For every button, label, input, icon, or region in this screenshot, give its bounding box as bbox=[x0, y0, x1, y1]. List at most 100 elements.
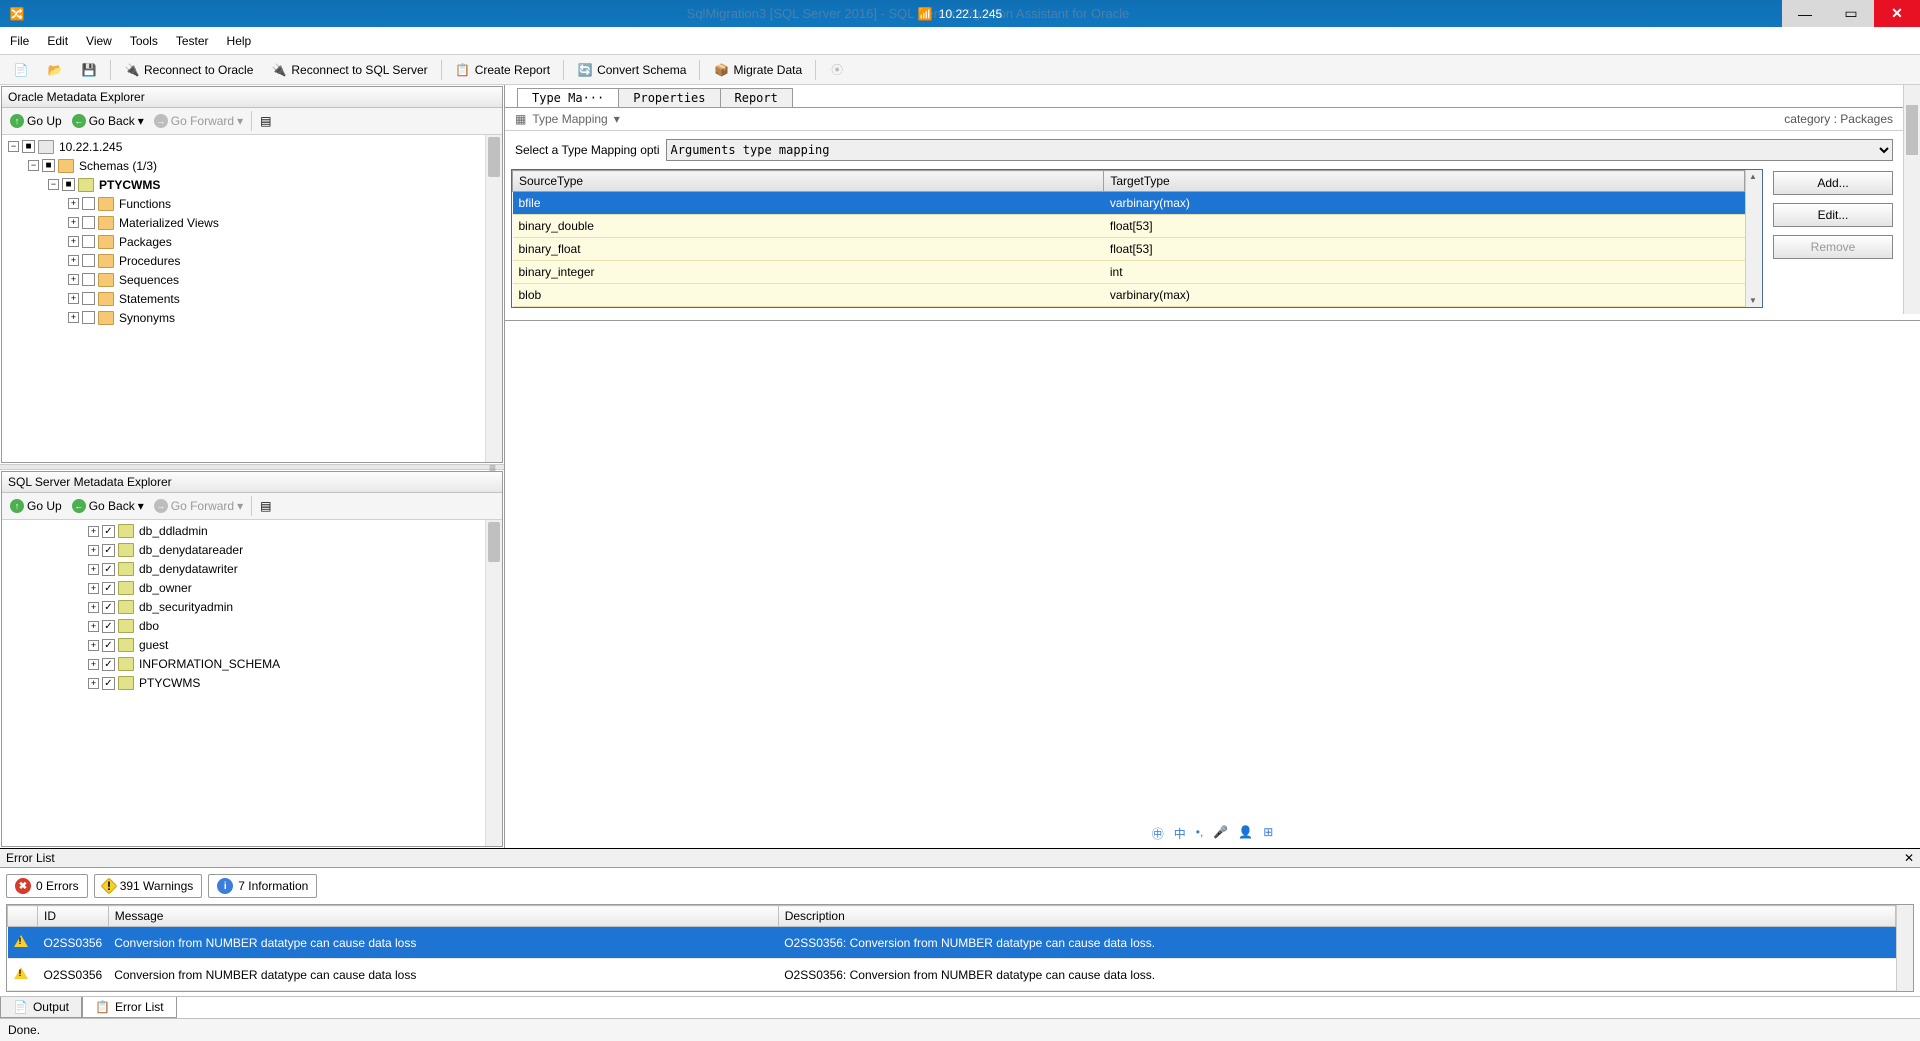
tree-node[interactable]: Procedures bbox=[117, 254, 182, 268]
tree-node-schemas[interactable]: Schemas (1/3) bbox=[77, 159, 159, 173]
expander-icon[interactable]: + bbox=[68, 255, 79, 266]
ime-lang-icon[interactable]: 中 bbox=[1174, 825, 1186, 842]
dropdown-icon[interactable]: ▾ bbox=[138, 114, 144, 128]
splitter[interactable] bbox=[0, 464, 504, 470]
checkbox[interactable] bbox=[82, 197, 95, 210]
checkbox[interactable]: ✓ bbox=[102, 620, 115, 633]
create-report-button[interactable]: 📋Create Report bbox=[448, 59, 557, 81]
checkbox[interactable] bbox=[82, 235, 95, 248]
tree-node[interactable]: guest bbox=[137, 638, 170, 652]
filter-warnings[interactable]: !391 Warnings bbox=[94, 874, 203, 898]
checkbox[interactable]: ✓ bbox=[102, 639, 115, 652]
dropdown-icon[interactable]: ▾ bbox=[237, 499, 243, 513]
expander-icon[interactable]: + bbox=[88, 602, 99, 613]
checkbox[interactable]: ✓ bbox=[102, 582, 115, 595]
expander-icon[interactable]: + bbox=[88, 659, 99, 670]
tree-node[interactable]: db_securityadmin bbox=[137, 600, 235, 614]
go-back-button[interactable]: ←Go Back▾ bbox=[68, 113, 148, 129]
tree-node[interactable]: Synonyms bbox=[117, 311, 177, 325]
type-mapping-select[interactable]: Arguments type mapping bbox=[666, 139, 1893, 161]
col-id[interactable]: ID bbox=[38, 906, 109, 927]
tab-report[interactable]: Report bbox=[720, 88, 793, 107]
checkbox[interactable] bbox=[82, 311, 95, 324]
new-button[interactable]: 📄 bbox=[6, 59, 36, 81]
type-mapping-row[interactable]: binary_doublefloat[53] bbox=[513, 215, 1745, 238]
go-up-button[interactable]: ↑Go Up bbox=[6, 113, 66, 129]
scrollbar[interactable] bbox=[1903, 85, 1920, 314]
expander-icon[interactable]: − bbox=[8, 141, 19, 152]
tree-node[interactable]: Statements bbox=[117, 292, 182, 306]
checkbox[interactable]: ■ bbox=[22, 140, 35, 153]
expander-icon[interactable]: + bbox=[68, 236, 79, 247]
tree-node[interactable]: PTYCWMS bbox=[137, 676, 202, 690]
nav-extra-button[interactable]: ▤ bbox=[256, 498, 275, 514]
sql-tree[interactable]: +✓db_ddladmin+✓db_denydatareader+✓db_den… bbox=[2, 520, 502, 847]
checkbox[interactable]: ✓ bbox=[102, 677, 115, 690]
expander-icon[interactable]: + bbox=[68, 312, 79, 323]
migrate-data-button[interactable]: 📦Migrate Data bbox=[706, 59, 809, 81]
ime-user-icon[interactable]: 👤 bbox=[1238, 825, 1253, 842]
dropdown-icon[interactable]: ▾ bbox=[237, 114, 243, 128]
scrollbar[interactable] bbox=[1745, 170, 1762, 307]
close-panel-button[interactable]: ✕ bbox=[1904, 851, 1914, 865]
menu-tester[interactable]: Tester bbox=[176, 34, 209, 48]
col-sourcetype[interactable]: SourceType bbox=[513, 171, 1104, 192]
type-mapping-grid[interactable]: SourceType TargetType bfilevarbinary(max… bbox=[511, 169, 1763, 308]
type-mapping-row[interactable]: bfilevarbinary(max) bbox=[513, 192, 1745, 215]
go-forward-button[interactable]: →Go Forward▾ bbox=[150, 113, 247, 129]
ime-grid-icon[interactable]: ⊞ bbox=[1263, 825, 1273, 842]
ime-toolbar[interactable]: ㊥ 中 •, 🎤 👤 ⊞ bbox=[1152, 825, 1274, 842]
expander-icon[interactable]: + bbox=[68, 217, 79, 228]
error-row[interactable]: O2SS0356Conversion from NUMBER datatype … bbox=[8, 927, 1896, 959]
type-mapping-row[interactable]: binary_floatfloat[53] bbox=[513, 238, 1745, 261]
tree-node[interactable]: Materialized Views bbox=[117, 216, 221, 230]
expander-icon[interactable]: + bbox=[88, 545, 99, 556]
tree-node-server[interactable]: 10.22.1.245 bbox=[57, 140, 124, 154]
tree-node[interactable]: Sequences bbox=[117, 273, 181, 287]
filter-errors[interactable]: ✖0 Errors bbox=[6, 874, 88, 898]
nav-extra-button[interactable]: ▤ bbox=[256, 113, 275, 129]
checkbox[interactable]: ✓ bbox=[102, 525, 115, 538]
menu-tools[interactable]: Tools bbox=[130, 34, 158, 48]
tree-node[interactable]: db_denydatareader bbox=[137, 543, 245, 557]
checkbox[interactable]: ✓ bbox=[102, 563, 115, 576]
col-targettype[interactable]: TargetType bbox=[1104, 171, 1745, 192]
error-table[interactable]: ID Message Description O2SS0356Conversio… bbox=[6, 904, 1914, 992]
save-button[interactable]: 💾 bbox=[74, 59, 104, 81]
close-button[interactable]: ✕ bbox=[1874, 0, 1920, 27]
tree-node[interactable]: dbo bbox=[137, 619, 161, 633]
expander-icon[interactable]: + bbox=[88, 678, 99, 689]
expander-icon[interactable]: + bbox=[88, 564, 99, 575]
scrollbar[interactable] bbox=[485, 520, 502, 847]
col-message[interactable]: Message bbox=[108, 906, 778, 927]
expander-icon[interactable]: − bbox=[48, 179, 59, 190]
go-up-button[interactable]: ↑Go Up bbox=[6, 498, 66, 514]
tree-node-db[interactable]: PTYCWMS bbox=[97, 178, 162, 192]
tree-node[interactable]: db_ddladmin bbox=[137, 524, 210, 538]
menu-edit[interactable]: Edit bbox=[47, 34, 68, 48]
checkbox[interactable]: ✓ bbox=[102, 658, 115, 671]
tree-node[interactable]: db_owner bbox=[137, 581, 194, 595]
go-forward-button[interactable]: →Go Forward▾ bbox=[150, 498, 247, 514]
edit-button[interactable]: Edit... bbox=[1773, 203, 1893, 227]
filter-information[interactable]: i7 Information bbox=[208, 874, 317, 898]
expander-icon[interactable]: − bbox=[28, 160, 39, 171]
checkbox[interactable]: ■ bbox=[62, 178, 75, 191]
col-description[interactable]: Description bbox=[778, 906, 1895, 927]
expander-icon[interactable]: + bbox=[68, 293, 79, 304]
error-row[interactable]: O2SS0356Conversion from NUMBER datatype … bbox=[8, 959, 1896, 991]
dropdown-icon[interactable]: ▾ bbox=[614, 112, 620, 126]
ime-mic-icon[interactable]: 🎤 bbox=[1213, 825, 1228, 842]
expander-icon[interactable]: + bbox=[68, 198, 79, 209]
expander-icon[interactable]: + bbox=[68, 274, 79, 285]
convert-schema-button[interactable]: 🔄Convert Schema bbox=[570, 59, 693, 81]
checkbox[interactable]: ✓ bbox=[102, 601, 115, 614]
oracle-tree[interactable]: −■10.22.1.245 −■Schemas (1/3) −■PTYCWMS … bbox=[2, 135, 502, 462]
reconnect-sql-button[interactable]: 🔌Reconnect to SQL Server bbox=[264, 59, 434, 81]
expander-icon[interactable]: + bbox=[88, 583, 99, 594]
remove-button[interactable]: Remove bbox=[1773, 235, 1893, 259]
ime-punct-icon[interactable]: •, bbox=[1196, 825, 1204, 842]
checkbox[interactable] bbox=[82, 273, 95, 286]
checkbox[interactable] bbox=[82, 292, 95, 305]
stop-button[interactable]: ⦿ bbox=[822, 59, 852, 81]
